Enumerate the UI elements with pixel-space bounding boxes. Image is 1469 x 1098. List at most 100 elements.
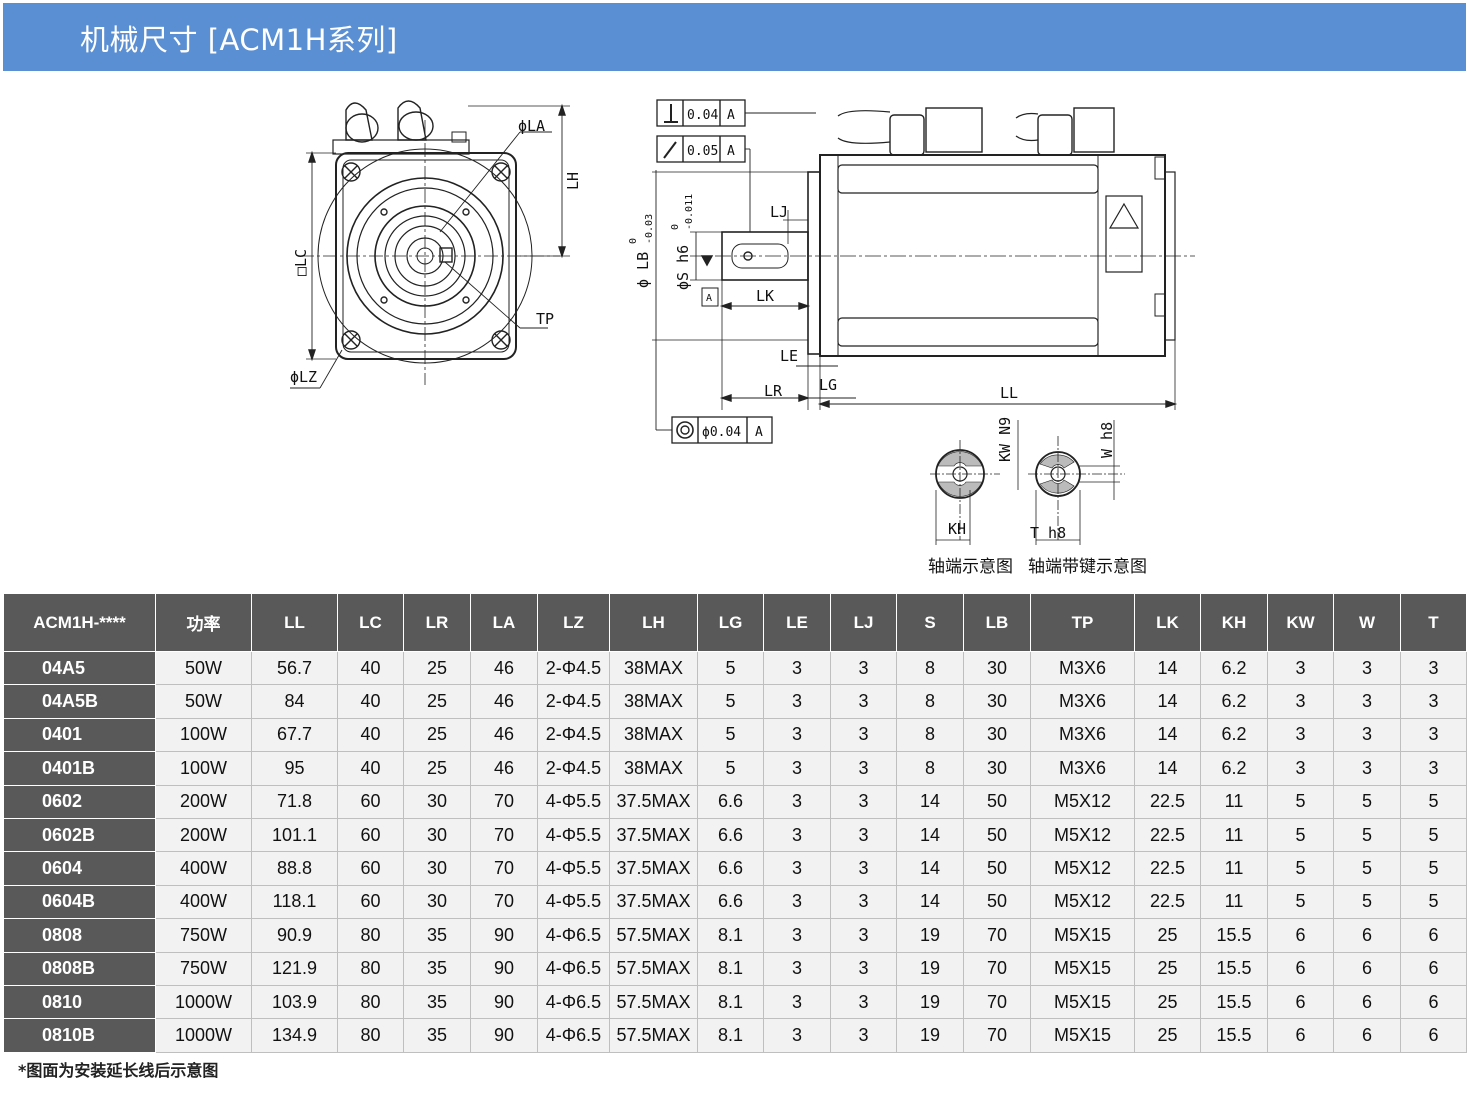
table-cell: 50W	[155, 650, 252, 686]
model-cell: 0810	[3, 984, 156, 1020]
table-cell: 6	[1400, 918, 1467, 953]
table-cell: 14	[896, 817, 964, 853]
label-datum-4: A	[706, 293, 712, 304]
table-cell: 15.5	[1200, 918, 1268, 953]
table-cell: 5	[697, 751, 764, 786]
footnote: *图面为安装延长线后示意图	[18, 1061, 219, 1080]
table-cell: 30	[403, 851, 471, 886]
table-cell: M3X6	[1030, 684, 1135, 719]
label-lb-tol-up: 0	[628, 238, 639, 244]
table-row: 0810 1000W 103.9 80 35 90 4-Φ6.5 57.5MAX 8.1 3 3 19…	[3, 984, 1467, 1020]
table-cell: 22.5	[1134, 817, 1201, 853]
label-lk: LK	[756, 287, 774, 305]
table-cell: 19	[896, 1018, 964, 1053]
table-header-cell: S	[896, 593, 964, 652]
table-cell: 5	[1267, 851, 1334, 886]
label-lc: □LC	[292, 249, 310, 276]
label-lz: ϕLZ	[290, 368, 317, 386]
table-cell: M3X6	[1030, 717, 1135, 753]
table-cell: 57.5MAX	[609, 951, 698, 986]
table-cell: 30	[403, 784, 471, 819]
table-row: 0602B 200W 101.1 60 30 70 4-Φ5.5 37.5MAX 6.6 3 3 14…	[3, 817, 1467, 853]
label-s: ϕS h6	[674, 245, 692, 290]
table-cell: M5X15	[1030, 1018, 1135, 1053]
model-cell: 0604	[3, 851, 156, 886]
table-cell: 5	[1267, 817, 1334, 853]
label-w: W h8	[1098, 422, 1116, 458]
label-s-tol-up: 0	[670, 224, 681, 230]
table-cell: 134.9	[251, 1018, 338, 1053]
model-cell: 04A5	[3, 650, 156, 686]
table-header-cell: TP	[1030, 593, 1135, 652]
table-cell: 4-Φ6.5	[537, 984, 610, 1020]
table-cell: 6	[1333, 1018, 1401, 1053]
table-cell: 25	[1134, 918, 1201, 953]
table-cell: 2-Φ4.5	[537, 650, 610, 686]
table-cell: 37.5MAX	[609, 784, 698, 819]
table-cell: 70	[470, 817, 538, 853]
table-cell: 3	[763, 717, 831, 753]
table-cell: 4-Φ5.5	[537, 884, 610, 920]
table-cell: 30	[963, 717, 1031, 753]
table-cell: 14	[1134, 684, 1201, 719]
table-cell: 50	[963, 851, 1031, 886]
table-cell: 37.5MAX	[609, 851, 698, 886]
table-cell: 67.7	[251, 717, 338, 753]
table-cell: 80	[337, 918, 404, 953]
table-cell: 3	[1400, 751, 1467, 786]
table-cell: 38MAX	[609, 751, 698, 786]
section-header: 机械尺寸 [ACM1H系列]	[3, 3, 1466, 71]
table-cell: 35	[403, 951, 471, 986]
table-cell: 70	[963, 984, 1031, 1020]
label-la: ϕLA	[518, 117, 545, 135]
table-cell: 3	[1333, 717, 1401, 753]
table-cell: 80	[337, 984, 404, 1020]
table-cell: 50	[963, 784, 1031, 819]
table-cell: 15.5	[1200, 951, 1268, 986]
table-cell: 121.9	[251, 951, 338, 986]
table-cell: 80	[337, 1018, 404, 1053]
table-cell: 84	[251, 684, 338, 719]
table-cell: 6.6	[697, 884, 764, 920]
table-header-cell: LL	[251, 593, 338, 652]
table-cell: 3	[1400, 650, 1467, 686]
table-cell: 70	[470, 851, 538, 886]
table-cell: 19	[896, 918, 964, 953]
table-cell: 8.1	[697, 1018, 764, 1053]
label-tol-runout: 0.05	[687, 144, 718, 159]
table-header-cell: LZ	[537, 593, 610, 652]
table-cell: 3	[1333, 650, 1401, 686]
table-cell: 3	[763, 817, 831, 853]
table-cell: 4-Φ5.5	[537, 817, 610, 853]
table-header-cell: LA	[470, 593, 538, 652]
table-cell: 57.5MAX	[609, 918, 698, 953]
table-cell: 3	[830, 984, 897, 1020]
table-cell: 46	[470, 684, 538, 719]
table-cell: 3	[763, 884, 831, 920]
table-cell: 14	[1134, 751, 1201, 786]
model-cell: 0401	[3, 717, 156, 753]
table-cell: M3X6	[1030, 650, 1135, 686]
table-cell: 40	[337, 684, 404, 719]
label-lb: ϕ LB	[634, 252, 652, 288]
drawing-svg: ϕLA LH □LC ϕLZ TP 0.04 A 0.05 A ϕ0.04 A …	[290, 99, 1195, 577]
table-header-cell: 功率	[155, 593, 252, 652]
table-cell: 3	[1267, 751, 1334, 786]
table-cell: 6	[1267, 918, 1334, 953]
label-tp: TP	[536, 310, 554, 328]
table-cell: 6	[1400, 984, 1467, 1020]
table-cell: 8	[896, 650, 964, 686]
table-cell: 3	[763, 851, 831, 886]
table-cell: 3	[1267, 684, 1334, 719]
model-cell: 0602B	[3, 817, 156, 853]
table-body: 04A5 50W 56.7 40 25 46 2-Φ4.5 38MAX 5 3 3 8 30 M3X6 14…	[3, 650, 1467, 1053]
table-cell: 5	[697, 650, 764, 686]
table-cell: 4-Φ6.5	[537, 918, 610, 953]
table-cell: M5X12	[1030, 851, 1135, 886]
table-cell: 2-Φ4.5	[537, 751, 610, 786]
table-cell: 1000W	[155, 1018, 252, 1053]
table-cell: 3	[830, 918, 897, 953]
table-cell: 3	[830, 751, 897, 786]
table-cell: 3	[830, 684, 897, 719]
table-cell: 2-Φ4.5	[537, 717, 610, 753]
